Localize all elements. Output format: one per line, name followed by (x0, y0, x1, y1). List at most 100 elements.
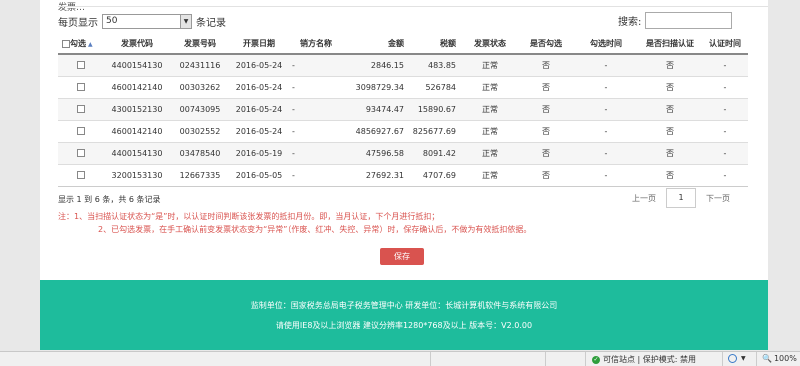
cell-status: 正常 (462, 119, 518, 142)
row-checkbox[interactable] (77, 61, 85, 70)
footer-line-1: 监制单位：国家税务总局电子税务管理中心 研发单位：长城计算机软件与系统有限公司 (250, 301, 558, 310)
search-input[interactable] (645, 12, 733, 29)
cell-is-selected: 否 (518, 141, 574, 164)
cell-is-selected: 否 (518, 75, 574, 98)
globe-icon (728, 354, 737, 363)
cell-is-selected: 否 (518, 119, 574, 142)
page-length-value: 50 (106, 16, 118, 26)
zoom-level: 100% (773, 354, 797, 363)
row-checkbox-cell[interactable] (58, 141, 104, 164)
cell-certify-time: - (702, 97, 748, 120)
cell-certify-time: - (702, 163, 748, 187)
cell-seller-name: - (288, 119, 344, 142)
cell-invoice-code: 4400154130 (104, 141, 170, 164)
column-header-tax[interactable]: 税额 (410, 34, 462, 55)
cell-amount: 93474.47 (344, 97, 410, 120)
cell-status: 正常 (462, 141, 518, 164)
cell-seller-name: - (288, 141, 344, 164)
column-header-invoice-code[interactable]: 发票代码 (104, 34, 170, 55)
cell-status: 正常 (462, 163, 518, 187)
panel-divider (58, 6, 768, 7)
table-row: 4300152130 00743095 2016-05-24 - 93474.4… (58, 97, 748, 120)
page-length-suffix: 条记录 (196, 18, 226, 29)
page-length-prefix: 每页显示 (58, 18, 98, 29)
cell-invoice-code: 4300152130 (104, 97, 170, 120)
cell-status: 正常 (462, 53, 518, 76)
column-header-certify-time[interactable]: 认证时间 (702, 34, 748, 55)
row-checkbox[interactable] (77, 127, 85, 135)
table-row: 4600142140 00302552 2016-05-24 - 4856927… (58, 119, 748, 142)
cell-issue-date: 2016-05-05 (230, 163, 288, 187)
column-header-scan-certified[interactable]: 是否扫描认证 (638, 34, 702, 55)
cell-amount: 3098729.34 (344, 75, 410, 98)
security-zone[interactable]: ✓ 可信站点 | 保护模式: 禁用 (592, 354, 696, 365)
row-checkbox-cell[interactable] (58, 75, 104, 98)
cell-tax: 526784 (410, 75, 462, 98)
cell-invoice-number: 00303262 (170, 75, 230, 98)
page-length-select[interactable]: 50 ▼ (102, 14, 192, 29)
current-page-button[interactable]: 1 (666, 188, 696, 208)
column-header-issue-date[interactable]: 开票日期 (230, 34, 288, 55)
cell-is-selected: 否 (518, 97, 574, 120)
cell-seller-name: - (288, 53, 344, 76)
cell-select-time: - (574, 119, 638, 142)
row-checkbox-cell[interactable] (58, 53, 104, 76)
zoom-control[interactable]: 🔍 100% (762, 354, 797, 363)
row-checkbox[interactable] (77, 149, 85, 157)
cell-seller-name: - (288, 97, 344, 120)
row-checkbox[interactable] (77, 105, 85, 113)
cell-issue-date: 2016-05-24 (230, 97, 288, 120)
note-line-1: 注：1、当扫描认证状态为“是”时，以认证时间判断该张发票的抵扣月份。即，当月认证… (58, 212, 440, 221)
column-header-select[interactable]: 勾选 ▲ (58, 34, 104, 55)
prev-page-link[interactable]: 上一页 (632, 193, 656, 204)
cell-certify-time: - (702, 75, 748, 98)
cell-invoice-code: 3200153130 (104, 163, 170, 187)
cell-seller-name: - (288, 163, 344, 187)
table-info: 显示 1 到 6 条，共 6 条记录 (58, 195, 161, 204)
note-line-2: 2、已勾选发票，在手工确认前变发票状态变为“异常”（作废、红冲、失控、异常）时，… (98, 225, 532, 234)
cell-issue-date: 2016-05-24 (230, 119, 288, 142)
row-checkbox[interactable] (77, 171, 85, 179)
table-header-row: 勾选 ▲ 发票代码 发票号码 开票日期 销方名称 金额 税额 发票状态 是否勾选 … (58, 34, 748, 55)
footer-line-2: 请使用IE8及以上浏览器 建议分辨率1280*768及以上 版本号：V2.0.0… (275, 321, 533, 330)
save-button[interactable]: 保存 (380, 248, 424, 265)
select-all-checkbox[interactable] (62, 39, 70, 48)
column-header-amount[interactable]: 金额 (344, 34, 410, 55)
next-page-link[interactable]: 下一页 (706, 193, 730, 204)
column-header-select-time[interactable]: 勾选时间 (574, 34, 638, 55)
cell-select-time: - (574, 97, 638, 120)
cell-amount: 27692.31 (344, 163, 410, 187)
row-checkbox-cell[interactable] (58, 163, 104, 187)
dropdown-arrow-icon[interactable]: ▼ (180, 15, 191, 28)
pagination: 上一页 1 下一页 (632, 188, 730, 208)
table-row: 4600142140 00303262 2016-05-24 - 3098729… (58, 75, 748, 98)
cell-status: 正常 (462, 75, 518, 98)
cell-scan-certified: 否 (638, 53, 702, 76)
row-checkbox-cell[interactable] (58, 119, 104, 142)
cell-tax: 8091.42 (410, 141, 462, 164)
column-header-seller-name[interactable]: 销方名称 (288, 34, 344, 55)
table-row: 3200153130 12667335 2016-05-05 - 27692.3… (58, 163, 748, 187)
cell-amount: 2846.15 (344, 53, 410, 76)
cell-invoice-number: 12667335 (170, 163, 230, 187)
table-row: 4400154130 03478540 2016-05-19 - 47596.5… (58, 141, 748, 164)
cell-invoice-number: 00302552 (170, 119, 230, 142)
search-label: 搜索: (618, 17, 642, 28)
cell-invoice-code: 4600142140 (104, 119, 170, 142)
cell-select-time: - (574, 141, 638, 164)
cell-is-selected: 否 (518, 53, 574, 76)
cell-amount: 4856927.67 (344, 119, 410, 142)
sort-asc-icon[interactable]: ▲ (88, 41, 93, 48)
cell-tax: 15890.67 (410, 97, 462, 120)
cell-issue-date: 2016-05-24 (230, 53, 288, 76)
cell-scan-certified: 否 (638, 141, 702, 164)
cell-tax: 825677.69 (410, 119, 462, 142)
column-header-invoice-number[interactable]: 发票号码 (170, 34, 230, 55)
column-header-is-selected[interactable]: 是否勾选 (518, 34, 574, 55)
table-row: 4400154130 02431116 2016-05-24 - 2846.15… (58, 53, 748, 76)
cell-issue-date: 2016-05-24 (230, 75, 288, 98)
row-checkbox[interactable] (77, 83, 85, 91)
column-header-status[interactable]: 发票状态 (462, 34, 518, 55)
globe-control[interactable]: ▼ (728, 354, 746, 363)
row-checkbox-cell[interactable] (58, 97, 104, 120)
